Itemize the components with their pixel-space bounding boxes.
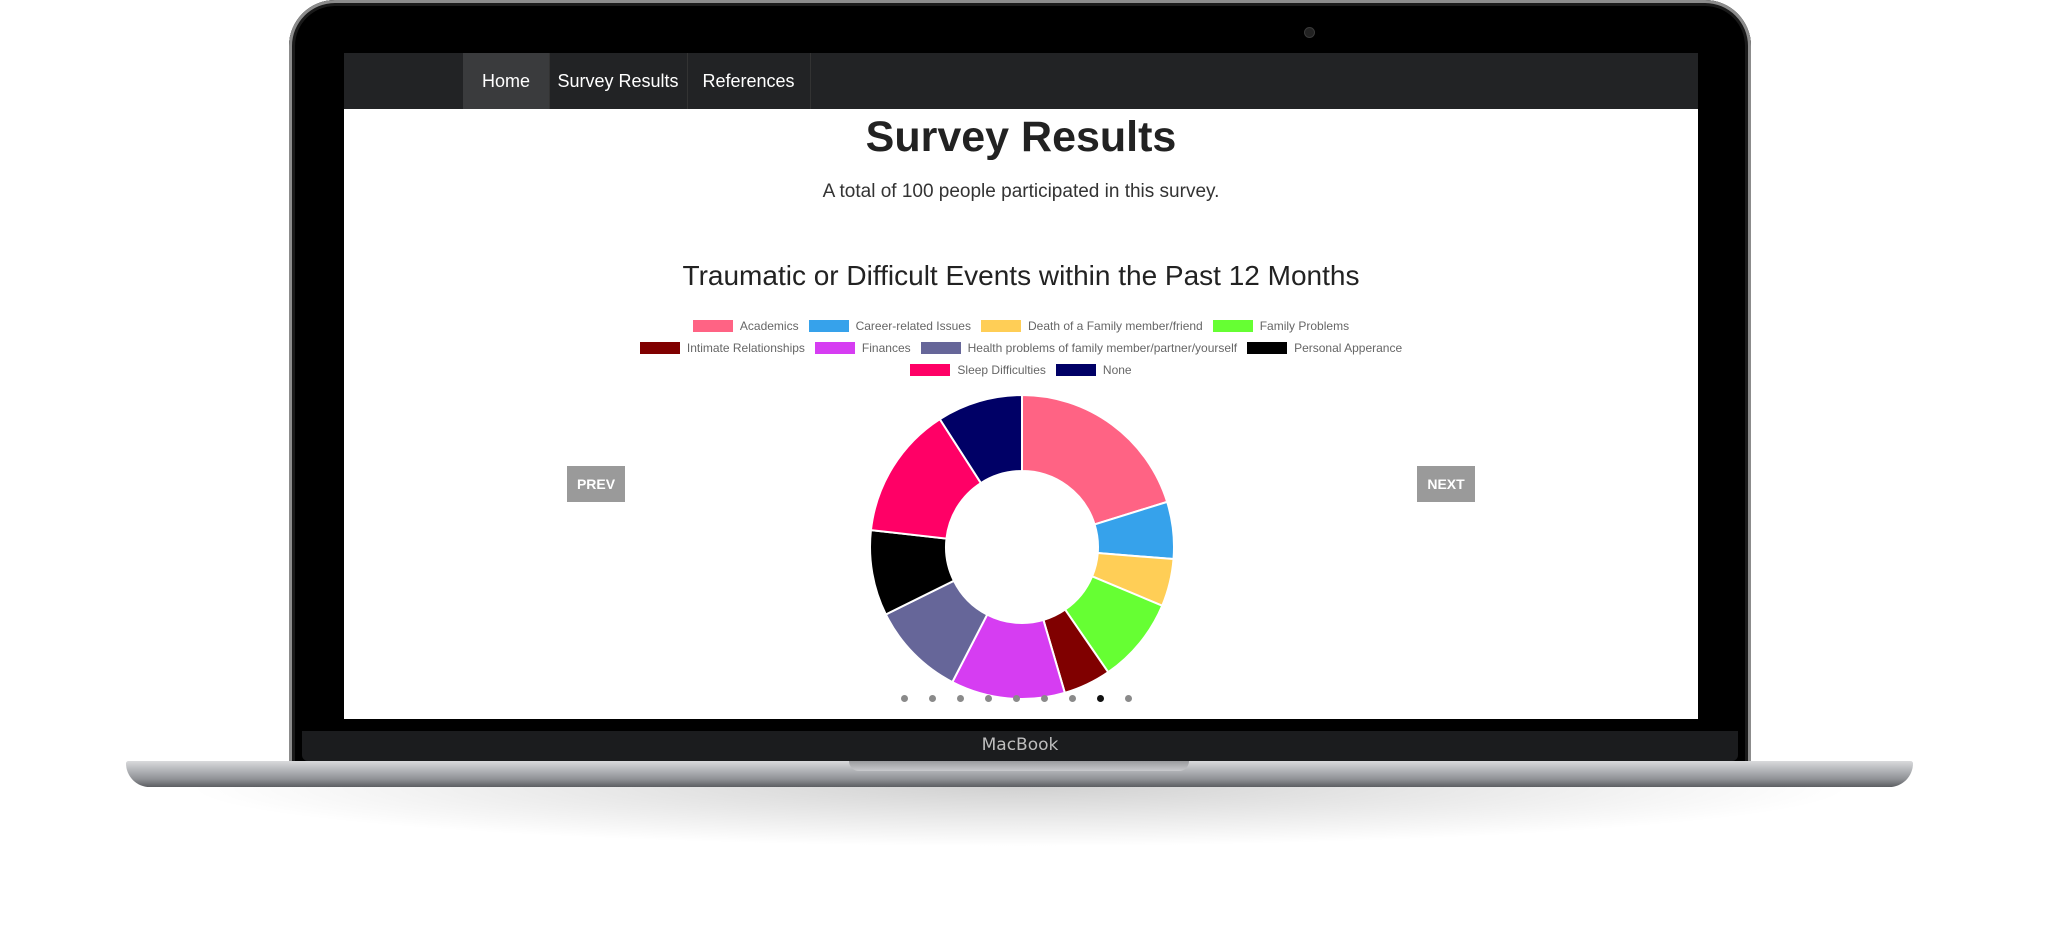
- legend-row: Academics Career-related Issues Death of a…: [604, 315, 1438, 337]
- browser-viewport: Home Survey Results References Survey Re…: [344, 53, 1698, 719]
- legend-label: Finances: [861, 341, 911, 355]
- legend-swatch: [980, 320, 1021, 332]
- carousel-dot[interactable]: [929, 695, 936, 702]
- legend-label: Intimate Relationships: [686, 341, 805, 355]
- prev-button[interactable]: PREV: [567, 466, 625, 502]
- legend-label: None: [1102, 363, 1132, 377]
- nav-item-home[interactable]: Home: [463, 53, 550, 109]
- legend-swatch: [920, 342, 961, 354]
- laptop-chin: MacBook: [302, 731, 1738, 761]
- legend-swatch: [1212, 320, 1253, 332]
- camera-icon: [1304, 27, 1315, 38]
- legend-item[interactable]: Family Problems: [1212, 319, 1350, 333]
- legend-label: Death of a Family member/friend: [1027, 319, 1203, 333]
- carousel-dot[interactable]: [1013, 695, 1020, 702]
- legend-label: Family Problems: [1259, 319, 1350, 333]
- legend-swatch: [639, 342, 680, 354]
- legend-item[interactable]: Career-related Issues: [808, 319, 971, 333]
- carousel-dot[interactable]: [1041, 695, 1048, 702]
- nav-item-references[interactable]: References: [687, 53, 811, 109]
- next-button[interactable]: NEXT: [1417, 466, 1475, 502]
- legend-swatch: [692, 320, 733, 332]
- carousel-dot[interactable]: [1069, 695, 1076, 702]
- doughnut-slice-academics[interactable]: [1021, 393, 1169, 526]
- chart-title: Traumatic or Difficult Events within the…: [682, 260, 1360, 291]
- laptop-base: [126, 761, 1913, 787]
- doughnut-chart: [869, 393, 1175, 700]
- legend-row: Sleep Difficulties None: [604, 359, 1438, 381]
- laptop-notch: [849, 761, 1189, 771]
- legend-item[interactable]: Academics: [692, 319, 799, 333]
- navbar: Home Survey Results References: [344, 53, 1698, 109]
- legend-swatch: [910, 364, 951, 376]
- legend-swatch: [814, 342, 855, 354]
- legend-swatch: [1247, 342, 1288, 354]
- carousel-dot[interactable]: [901, 695, 908, 702]
- legend-item[interactable]: Intimate Relationships: [639, 341, 805, 355]
- legend-item[interactable]: Death of a Family member/friend: [980, 319, 1203, 333]
- carousel-indicators: [901, 695, 1141, 707]
- legend-label: Health problems of family member/partner…: [967, 341, 1238, 355]
- legend-row: Intimate Relationships Finances Health pro…: [604, 337, 1438, 359]
- carousel-dot[interactable]: [1097, 695, 1104, 702]
- page-title: Survey Results: [865, 113, 1177, 161]
- page-subtitle: A total of 100 people participated in th…: [822, 181, 1220, 202]
- carousel-dot[interactable]: [1125, 695, 1132, 702]
- legend-item[interactable]: Personal Apperance: [1247, 341, 1402, 355]
- device-brand-label: MacBook: [981, 735, 1059, 755]
- legend-swatch: [808, 320, 849, 332]
- nav-item-survey-results[interactable]: Survey Results: [549, 53, 688, 109]
- laptop-shadow: [180, 787, 1860, 847]
- legend-item[interactable]: Sleep Difficulties: [910, 363, 1046, 377]
- legend-label: Academics: [739, 319, 799, 333]
- legend-label: Personal Apperance: [1294, 341, 1403, 355]
- legend-label: Sleep Difficulties: [957, 363, 1046, 377]
- legend-swatch: [1055, 364, 1096, 376]
- legend-item[interactable]: Finances: [814, 341, 911, 355]
- legend-item[interactable]: Health problems of family member/partner…: [920, 341, 1238, 355]
- legend-item[interactable]: None: [1055, 363, 1132, 377]
- carousel-dot[interactable]: [985, 695, 992, 702]
- chart-legend: Academics Career-related Issues Death of a…: [604, 315, 1438, 381]
- legend-label: Career-related Issues: [855, 319, 971, 333]
- carousel-dot[interactable]: [957, 695, 964, 702]
